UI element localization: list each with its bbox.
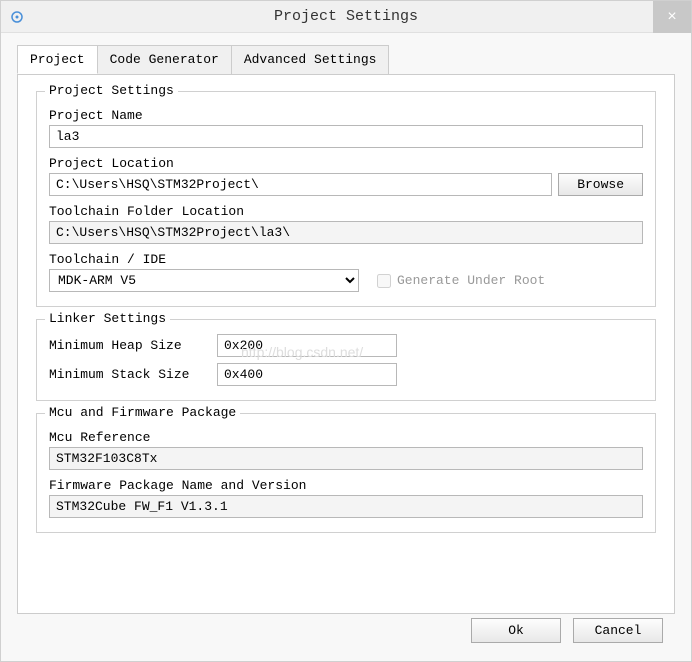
generate-under-root-label: Generate Under Root	[397, 273, 545, 288]
close-icon: ×	[667, 8, 677, 26]
browse-button[interactable]: Browse	[558, 173, 643, 196]
close-button[interactable]: ×	[653, 1, 691, 33]
mcu-firmware-group: Mcu and Firmware Package Mcu Reference F…	[36, 413, 656, 533]
titlebar[interactable]: Project Settings ×	[1, 1, 691, 33]
tab-project[interactable]: Project	[17, 45, 98, 74]
app-icon	[9, 9, 25, 25]
linker-settings-group: Linker Settings Minimum Heap Size Minimu…	[36, 319, 656, 401]
tab-panel-project: Project Settings Project Name Project Lo…	[17, 74, 675, 614]
heap-size-input[interactable]	[217, 334, 397, 357]
window-title: Project Settings	[274, 8, 418, 25]
toolchain-folder-input	[49, 221, 643, 244]
dialog-buttons: Ok Cancel	[471, 618, 663, 643]
firmware-package-input	[49, 495, 643, 518]
linker-settings-title: Linker Settings	[45, 311, 170, 326]
project-name-label: Project Name	[49, 108, 643, 123]
generate-under-root-checkbox	[377, 274, 391, 288]
project-location-label: Project Location	[49, 156, 643, 171]
cancel-button[interactable]: Cancel	[573, 618, 663, 643]
project-name-input[interactable]	[49, 125, 643, 148]
heap-size-label: Minimum Heap Size	[49, 338, 209, 353]
content-area: Project Code Generator Advanced Settings…	[1, 33, 691, 626]
tab-advanced-settings[interactable]: Advanced Settings	[231, 45, 390, 74]
ok-button[interactable]: Ok	[471, 618, 561, 643]
stack-size-input[interactable]	[217, 363, 397, 386]
project-settings-title: Project Settings	[45, 83, 178, 98]
project-location-input[interactable]	[49, 173, 552, 196]
stack-size-label: Minimum Stack Size	[49, 367, 209, 382]
mcu-reference-input	[49, 447, 643, 470]
toolchain-ide-select[interactable]: MDK-ARM V5	[49, 269, 359, 292]
generate-under-root-row: Generate Under Root	[377, 273, 545, 288]
firmware-package-label: Firmware Package Name and Version	[49, 478, 643, 493]
tab-bar: Project Code Generator Advanced Settings	[17, 45, 675, 75]
tab-code-generator[interactable]: Code Generator	[97, 45, 232, 74]
mcu-firmware-title: Mcu and Firmware Package	[45, 405, 240, 420]
toolchain-ide-label: Toolchain / IDE	[49, 252, 643, 267]
mcu-reference-label: Mcu Reference	[49, 430, 643, 445]
project-settings-window: Project Settings × Project Code Generato…	[0, 0, 692, 662]
project-settings-group: Project Settings Project Name Project Lo…	[36, 91, 656, 307]
toolchain-folder-label: Toolchain Folder Location	[49, 204, 643, 219]
